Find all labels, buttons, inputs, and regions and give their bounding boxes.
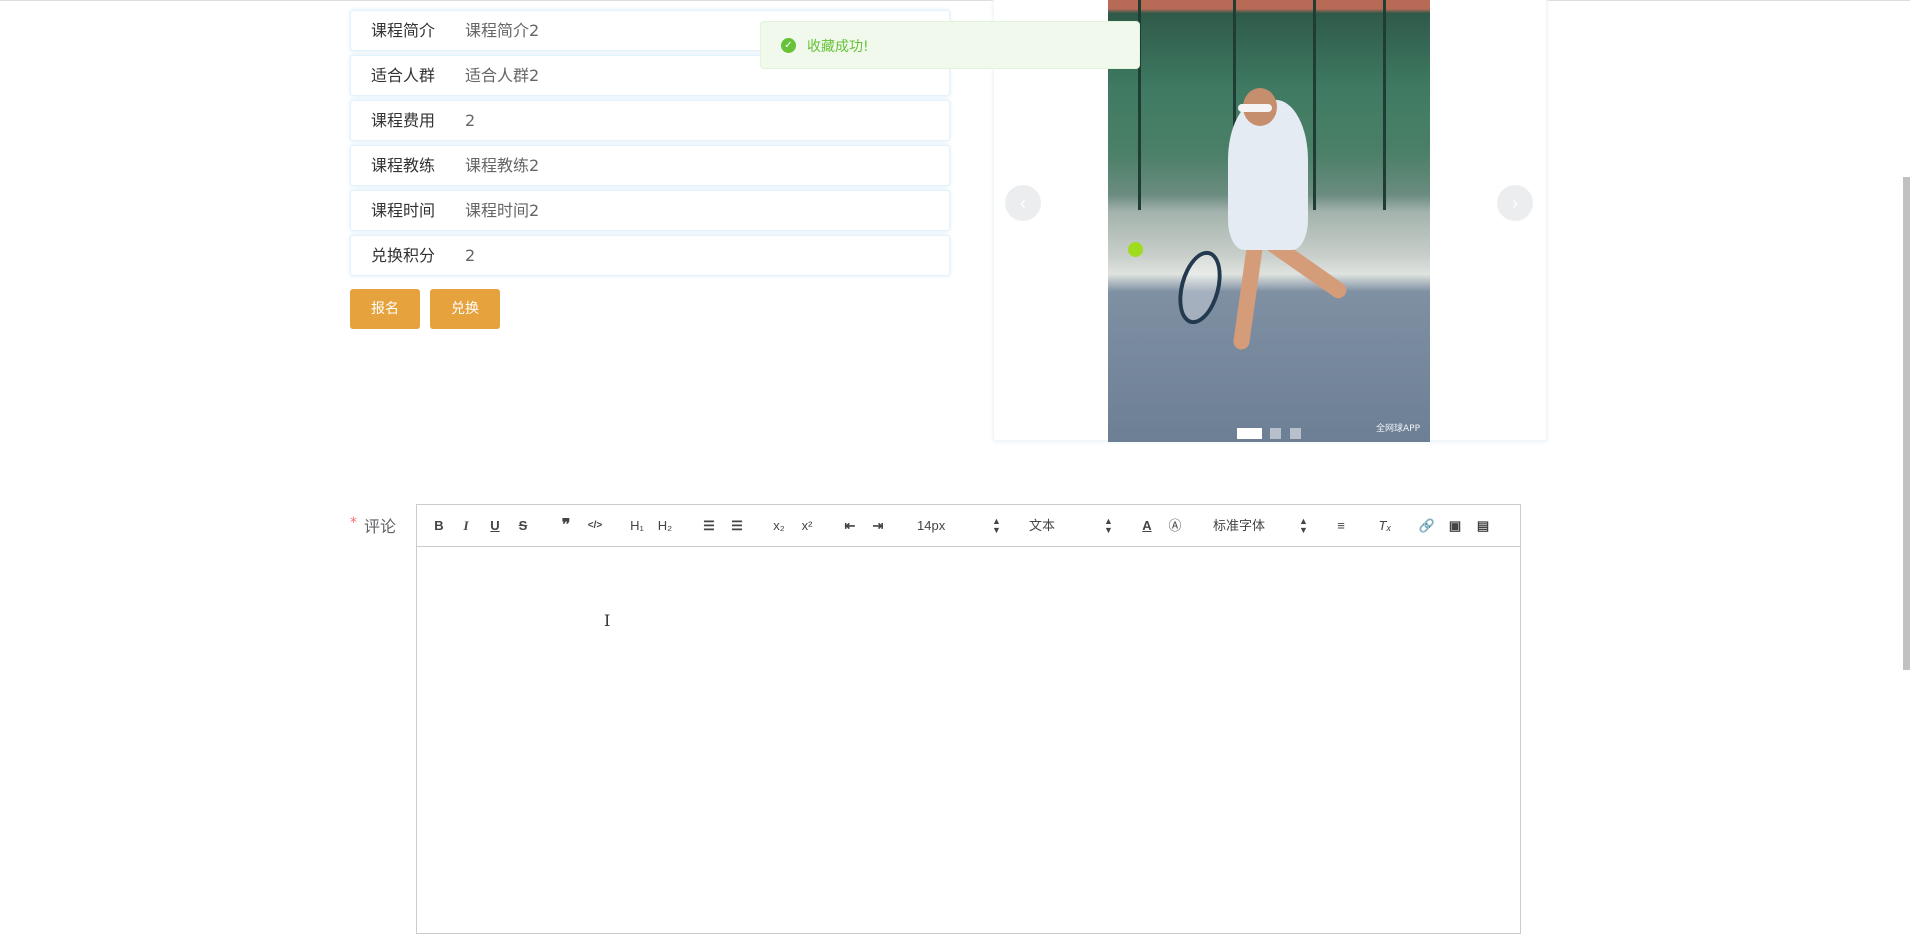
carousel-indicator[interactable] <box>1270 428 1281 439</box>
toast-message: 收藏成功! <box>807 39 869 55</box>
font-size-select[interactable]: 14px ▲ ▼ <box>917 516 1001 535</box>
font-size-value: 14px <box>917 518 946 533</box>
detail-value: 适合人群2 <box>465 66 540 85</box>
detail-value: 2 <box>465 246 476 265</box>
detail-row: 课程教练 课程教练2 <box>350 145 950 186</box>
video-icon[interactable]: ▤ <box>1473 517 1493 535</box>
header-2-icon[interactable]: H₂ <box>655 517 675 535</box>
scrollbar-thumb[interactable] <box>1903 177 1910 670</box>
detail-row: 课程费用 2 <box>350 100 950 141</box>
ordered-list-icon[interactable]: ☰ <box>699 517 719 535</box>
detail-label: 课程简介 <box>371 21 436 40</box>
editor-content[interactable] <box>417 548 1520 933</box>
outdent-icon[interactable]: ⇤ <box>840 517 860 535</box>
fence-post <box>1313 0 1316 210</box>
comment-editor: B I U S ❞ </> H₁ H₂ ☰ ☰ x₂ x² ⇤ ⇥ 14px ▲ ▼… <box>416 504 1521 934</box>
carousel-indicator-active[interactable] <box>1237 428 1262 439</box>
superscript-icon[interactable]: x² <box>797 517 817 535</box>
editor-toolbar: B I U S ❞ </> H₁ H₂ ☰ ☰ x₂ x² ⇤ ⇥ 14px ▲ ▼… <box>417 505 1520 547</box>
exchange-button[interactable]: 兑换 <box>430 289 500 329</box>
comment-label: 评论 <box>364 517 397 536</box>
racket <box>1170 246 1230 329</box>
detail-label: 适合人群 <box>371 66 436 85</box>
detail-row: 课程时间 课程时间2 <box>350 190 950 231</box>
detail-label: 课程教练 <box>371 156 436 175</box>
align-icon[interactable]: ≡ <box>1331 517 1351 535</box>
carousel-indicator[interactable] <box>1290 428 1301 439</box>
bold-icon[interactable]: B <box>429 517 449 535</box>
font-family-select[interactable]: 标准字体 ▲ ▼ <box>1213 516 1308 535</box>
signup-button[interactable]: 报名 <box>350 289 420 329</box>
success-toast: ✓ 收藏成功! <box>760 21 1140 69</box>
underline-icon[interactable]: U <box>485 517 505 535</box>
code-block-icon[interactable]: </> <box>585 517 605 535</box>
required-mark: * <box>350 515 357 531</box>
subscript-icon[interactable]: x₂ <box>769 517 789 535</box>
header-value: 文本 <box>1029 518 1056 533</box>
carousel-next-button[interactable]: › <box>1497 185 1533 221</box>
updown-icon: ▲ ▼ <box>992 516 1001 535</box>
player-visor <box>1238 104 1272 112</box>
detail-label: 兑换积分 <box>371 246 436 265</box>
check-circle-icon: ✓ <box>781 38 796 53</box>
carousel-prev-button[interactable]: ‹ <box>1005 185 1041 221</box>
detail-value: 2 <box>465 111 476 130</box>
fence-post <box>1383 0 1386 210</box>
header-1-icon[interactable]: H₁ <box>627 517 647 535</box>
text-cursor-icon: I <box>604 611 611 630</box>
italic-icon[interactable]: I <box>456 517 476 535</box>
detail-value: 课程教练2 <box>465 156 540 175</box>
background-color-icon[interactable]: Ⓐ <box>1165 517 1185 535</box>
top-border <box>0 0 1910 1</box>
detail-label: 课程费用 <box>371 111 436 130</box>
updown-icon: ▲ ▼ <box>1104 516 1113 535</box>
link-icon[interactable]: 🔗 <box>1417 517 1437 535</box>
detail-label: 课程时间 <box>371 201 436 220</box>
clean-format-icon[interactable]: Tₓ <box>1375 517 1395 535</box>
blockquote-icon[interactable]: ❞ <box>556 517 576 535</box>
strike-icon[interactable]: S <box>513 517 533 535</box>
image-icon[interactable]: ▣ <box>1445 517 1465 535</box>
course-image: 全网球APP <box>1108 0 1430 442</box>
detail-value: 课程时间2 <box>465 201 540 220</box>
indent-icon[interactable]: ⇥ <box>868 517 888 535</box>
player-leg <box>1232 239 1264 351</box>
tennis-ball <box>1128 242 1143 257</box>
text-color-icon[interactable]: A <box>1137 517 1157 535</box>
font-family-value: 标准字体 <box>1213 518 1266 533</box>
watermark: 全网球APP <box>1375 424 1420 434</box>
updown-icon: ▲ ▼ <box>1299 516 1308 535</box>
detail-row: 兑换积分 2 <box>350 235 950 276</box>
bullet-list-icon[interactable]: ☰ <box>727 517 747 535</box>
detail-value: 课程简介2 <box>465 21 540 40</box>
header-select[interactable]: 文本 ▲ ▼ <box>1029 516 1113 535</box>
